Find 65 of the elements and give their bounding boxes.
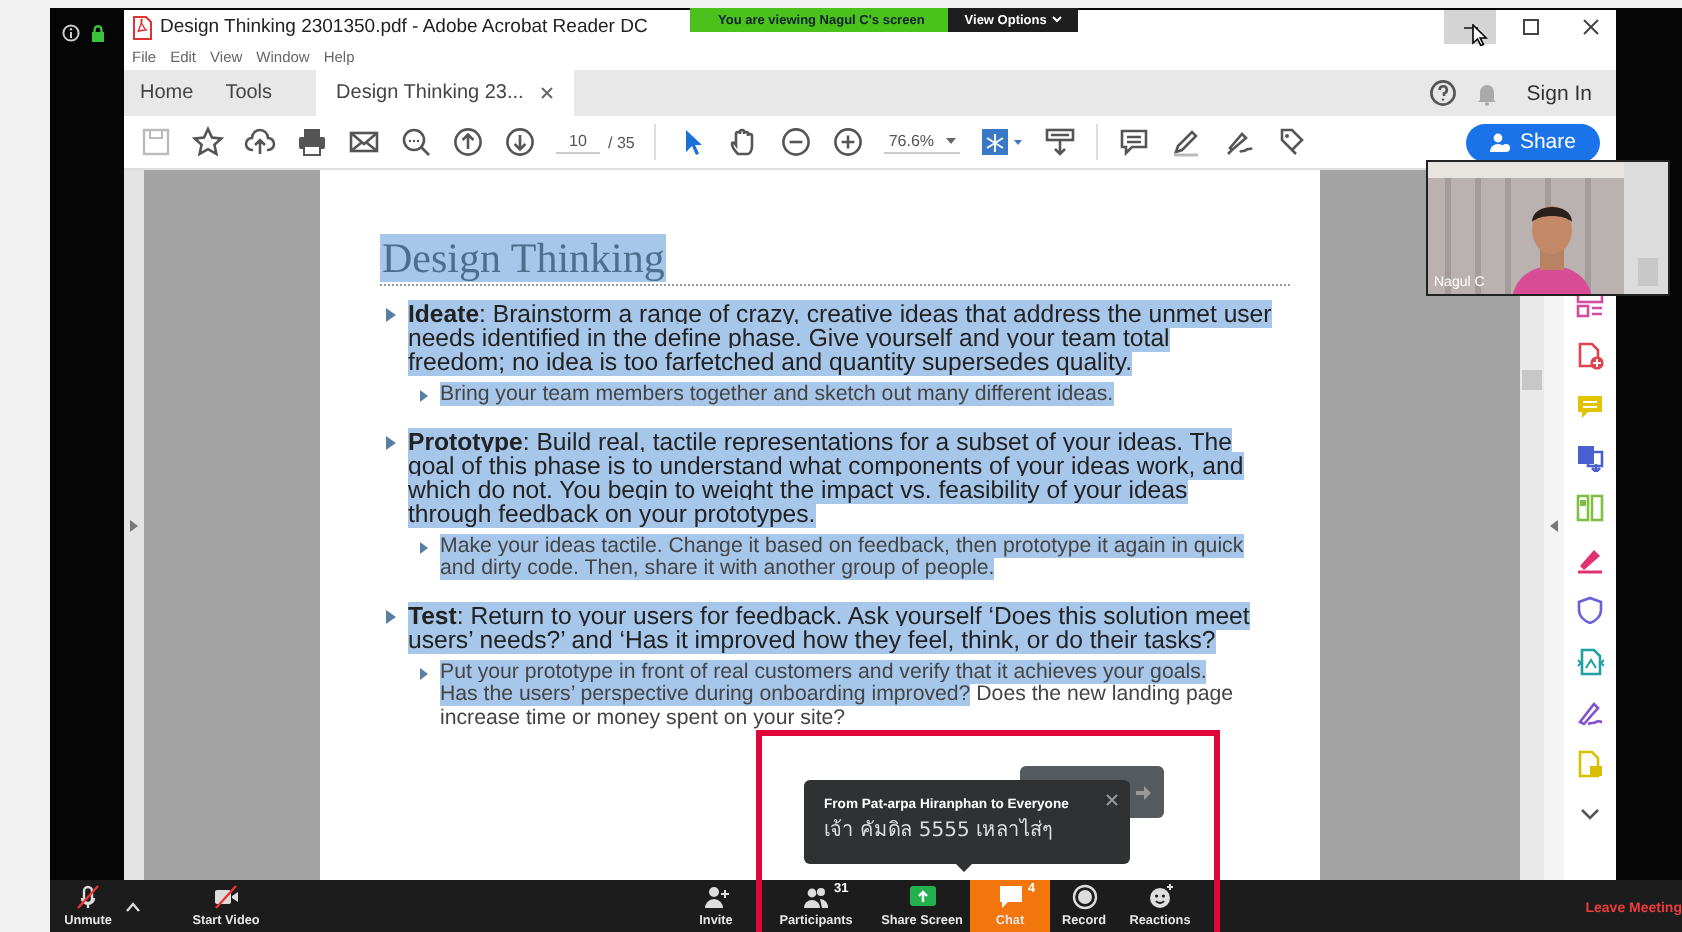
bullet-icon (386, 609, 396, 623)
print-icon[interactable] (296, 126, 328, 158)
page-arrow-icon[interactable] (1576, 443, 1604, 471)
minimize-button[interactable] (1444, 10, 1496, 44)
help-icon[interactable] (1430, 80, 1457, 106)
add-person-icon (703, 884, 729, 910)
paragraph: Test: Return to your users for feedback. Ask yourself ‘Does this solution meet users’ needs?’ and ‘Has it improved how they feel, think, or do their tasks? (408, 603, 1252, 651)
paragraph: Bring your team members together and sketch out many different ideas. (440, 384, 1116, 407)
tray-icon[interactable] (1044, 126, 1077, 158)
camera-icon (213, 884, 239, 910)
page-total: / 35 (608, 133, 635, 151)
tab[interactable]: Home (124, 70, 210, 116)
chat-icon (997, 884, 1023, 910)
close-icon[interactable] (539, 86, 554, 100)
mail-icon[interactable] (348, 126, 380, 158)
comment-icon[interactable] (1118, 126, 1151, 158)
sign-in-link[interactable]: Sign In (1518, 81, 1592, 105)
bullet-icon (420, 390, 428, 402)
people-icon (803, 884, 829, 910)
record-icon (1071, 884, 1097, 910)
expand-icon[interactable] (130, 519, 138, 531)
add-person-icon (1489, 132, 1510, 152)
share-screen-icon (909, 884, 935, 910)
tab[interactable]: Design Thinking 23... (316, 70, 574, 116)
share-button[interactable]: Share (1465, 123, 1600, 161)
cloud-upload-icon[interactable] (244, 126, 276, 158)
page-plus-icon[interactable] (1576, 341, 1604, 369)
zoom-out-icon[interactable] (780, 126, 813, 158)
maximize-icon (1521, 18, 1539, 36)
arrow-down-icon[interactable] (504, 126, 536, 158)
highlighter-icon[interactable] (1170, 126, 1203, 158)
collapse-icon[interactable] (1550, 519, 1558, 531)
lock-icon[interactable] (90, 24, 106, 42)
fit-page-icon[interactable] (980, 126, 1025, 158)
highlighter-icon[interactable] (1576, 545, 1604, 573)
cursor-icon (1472, 24, 1488, 46)
pdf-file-icon (132, 15, 152, 39)
document-heading: Design Thinking (380, 234, 667, 282)
scrollbar-thumb[interactable] (1522, 370, 1542, 390)
chevron-down-icon (1052, 16, 1063, 24)
search-icon[interactable] (400, 126, 432, 158)
signature-icon[interactable] (1576, 698, 1604, 726)
bullet-icon (386, 308, 396, 322)
tab[interactable]: Tools (209, 70, 289, 116)
bullet-icon (420, 541, 428, 553)
page-number-field[interactable]: 10 (556, 130, 600, 154)
star-icon[interactable] (192, 126, 224, 158)
arrow-up-icon[interactable] (452, 126, 484, 158)
page-icon[interactable] (1576, 647, 1604, 675)
paragraph: Put your prototype in front of real customers and verify that it achieves your goals. Has the users’ perspective during onboarding improved? Does the new landing page increase time or money spent on your site? (440, 661, 1236, 730)
microphone-icon (75, 884, 101, 910)
close-icon[interactable] (1106, 794, 1118, 806)
info-icon[interactable] (62, 24, 80, 42)
zoom-dropdown[interactable]: 76.6% (884, 130, 961, 154)
window-title: Design Thinking 2301350.pdf - Adobe Acrobat Reader DC (160, 16, 648, 38)
arrow-right-icon (1134, 783, 1152, 801)
chat-message: เจ้า คัมดิล 5555 เหลาไส่ๆ (824, 816, 1054, 844)
caret-down-icon (946, 137, 957, 145)
bullet-icon (420, 667, 428, 679)
caret-up-icon[interactable] (126, 901, 140, 911)
paragraph: Make your ideas tactile. Change it based on feedback, then prototype it again in quick and dirty code. Then, share it with another group of people. (440, 535, 1246, 581)
shield-icon[interactable] (1576, 596, 1604, 624)
zoom-in-icon[interactable] (832, 126, 865, 158)
close-icon (1581, 18, 1599, 36)
bullet-icon (386, 435, 396, 449)
